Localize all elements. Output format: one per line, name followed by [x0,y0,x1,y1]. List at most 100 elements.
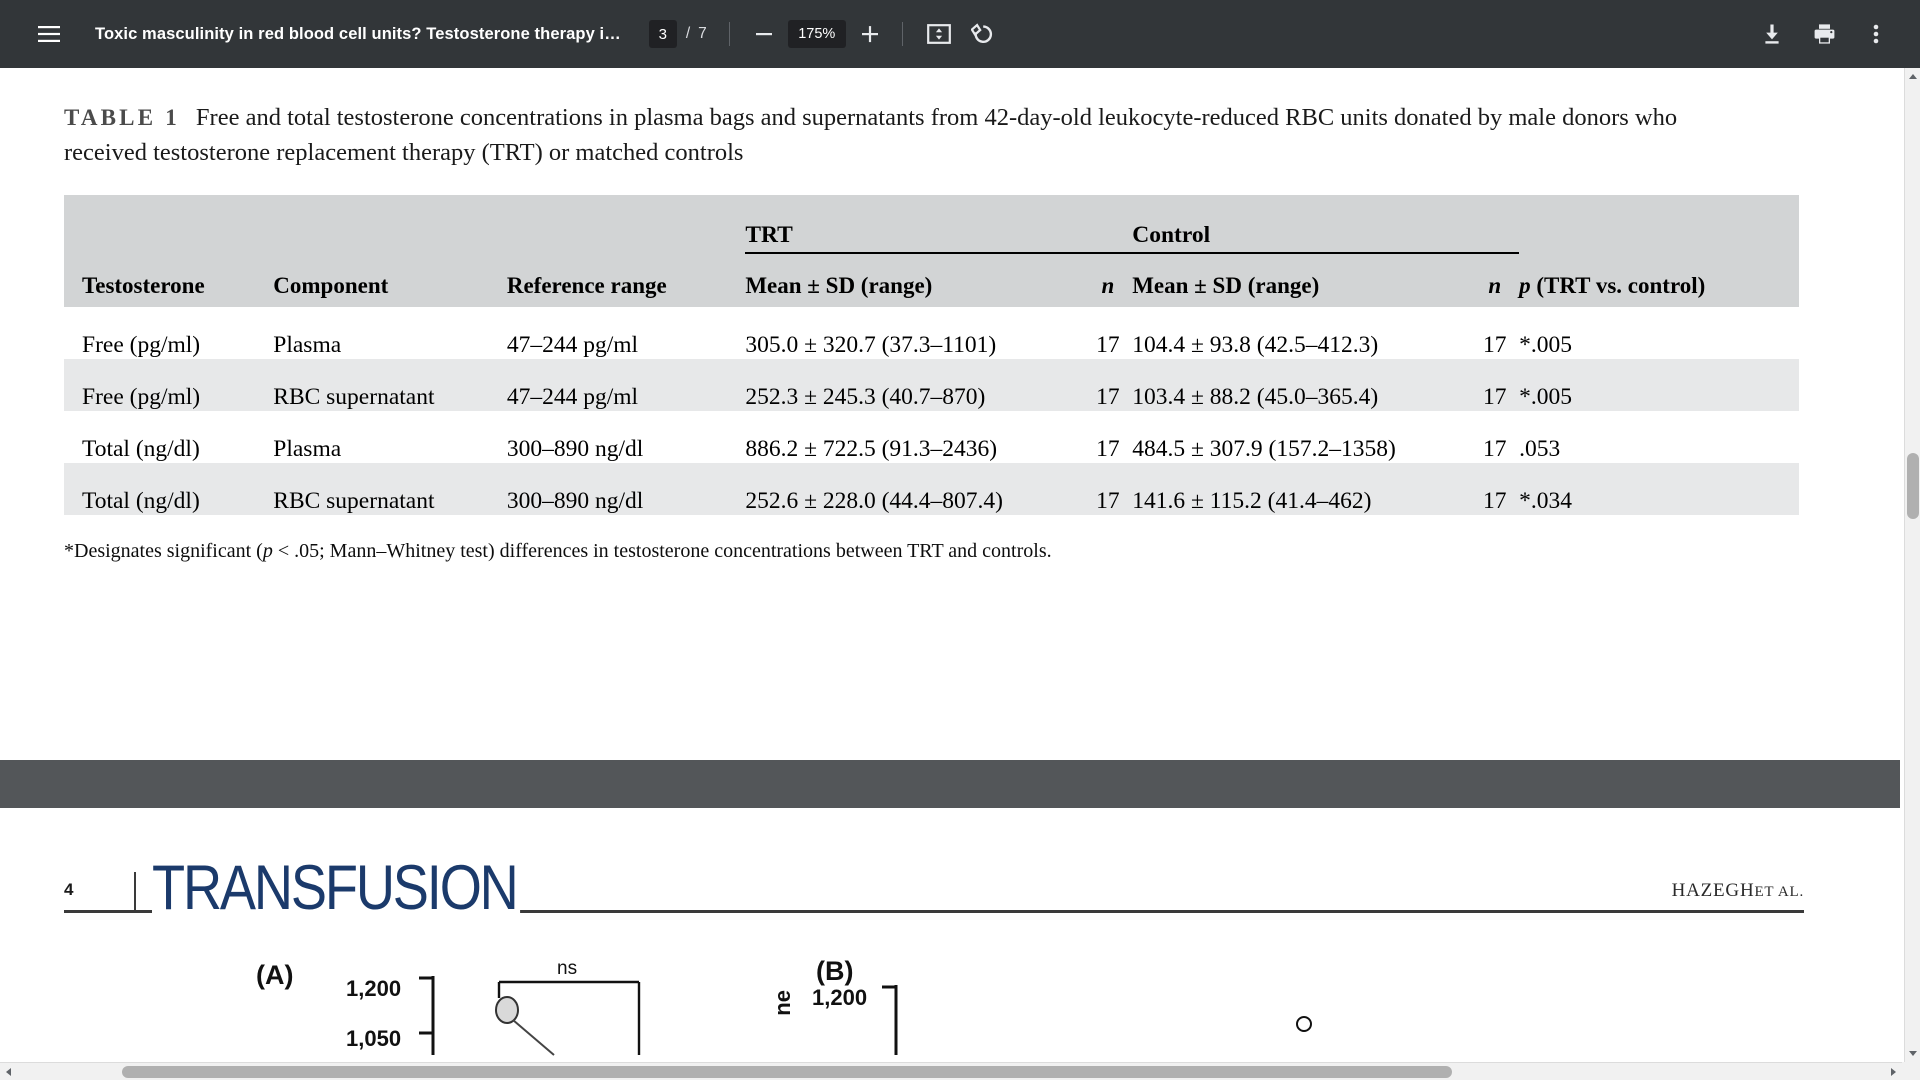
document-title: Toxic masculinity in red blood cell unit… [95,24,621,43]
zoom-out-button[interactable] [746,16,782,52]
pdf-page-4: 4 TRANSFUSION HAZEGHET AL. (A) 1,200 1,0… [0,808,1900,1080]
cell-reference-range: 47–244 pg/ml [506,383,639,410]
hamburger-menu-icon[interactable] [27,12,71,56]
cell-component: Plasma [273,435,342,462]
footnote-suffix: < .05; Mann–Whitney test) differences in… [272,539,1052,562]
hamburger-menu-glyph [38,26,60,42]
running-author-suffix: ET AL. [1754,884,1804,900]
column-header-testosterone: Testosterone [82,272,205,298]
horizontal-scrollbar[interactable] [0,1062,1920,1080]
cell-reference-range: 47–244 pg/ml [506,331,639,358]
scroll-up-button[interactable] [1905,68,1920,85]
journal-running-header: 4 TRANSFUSION HAZEGHET AL. [64,857,1804,930]
scrollbar-corner [1902,1062,1920,1080]
toolbar-divider-2 [901,22,903,46]
cell-reference-range: 300–890 ng/dl [506,487,644,514]
download-icon[interactable] [1750,12,1794,56]
panel-b-y-axis-label: ne [770,990,795,1016]
cell-control-mean: 484.5 ± 307.9 (157.2–1358) [1132,435,1396,462]
column-header-p-value: p (TRT vs. control) [1519,272,1706,298]
table-footnote: *Designates significant (p < .05; Mann–W… [64,537,1764,565]
vertical-scroll-thumb[interactable] [1907,453,1919,519]
cell-trt-mean: 886.2 ± 722.5 (91.3–2436) [745,435,998,462]
header-tick-mark [134,872,136,912]
vertical-scrollbar[interactable] [1904,68,1920,1080]
zoom-level-display[interactable]: 175% [787,20,846,48]
cell-trt-n: 17 [1096,487,1120,514]
pdf-page-container: TABLE 1 Free and total testosterone conce… [0,68,1900,1080]
cell-trt-mean: 252.3 ± 245.3 (40.7–870) [745,383,986,410]
cell-component: Plasma [273,331,342,358]
column-header-trt-mean: Mean ± SD (range) [745,272,933,298]
scroll-down-button[interactable] [1905,1045,1920,1062]
cell-trt-mean: 252.6 ± 228.0 (44.4–807.4) [745,487,1004,514]
zoom-in-button[interactable] [852,16,888,52]
cell-testosterone: Free (pg/ml) [82,383,201,410]
group-header-control: Control [1132,194,1520,254]
more-vertical-icon[interactable] [1854,12,1898,56]
cell-control-n: 17 [1483,383,1507,410]
cell-p-value: *.005 [1519,383,1572,410]
cell-testosterone: Total (ng/dl) [82,435,200,462]
minus-icon [755,33,772,36]
cell-testosterone: Free (pg/ml) [82,331,201,358]
cell-component: RBC supernatant [273,383,435,410]
download-glyph [1765,24,1779,44]
table-label: TABLE 1 [64,105,180,130]
page-total-count: 7 [698,25,707,42]
page-separator: / [685,25,691,42]
cell-control-n: 17 [1483,331,1507,358]
fit-to-page-icon[interactable] [917,12,961,56]
journal-title: TRANSFUSION [152,857,521,920]
figure-partial-graphics [419,976,1312,1056]
cell-p-value: *.005 [1519,331,1572,358]
fit-to-page-glyph [926,24,951,44]
cell-control-mean: 104.4 ± 93.8 (42.5–412.3) [1132,331,1379,358]
cell-testosterone: Total (ng/dl) [82,487,200,514]
scroll-left-button[interactable] [0,1063,17,1080]
triangle-up-icon [1909,74,1917,79]
plus-icon [861,26,878,43]
table-row: Free (pg/ml) RBC supernatant 47–244 pg/m… [64,358,1799,411]
footnote-italic-p: p [262,539,273,562]
group-spacer-2 [273,195,507,253]
horizontal-scroll-thumb[interactable] [122,1066,1452,1078]
column-header-control-n: n [1488,272,1502,298]
toolbar-right-actions [1742,12,1898,56]
column-header-component: Component [273,272,389,298]
print-icon[interactable] [1802,12,1846,56]
cell-reference-range: 300–890 ng/dl [506,435,644,462]
cell-trt-n: 17 [1096,435,1120,462]
cell-trt-n: 17 [1096,383,1120,410]
running-authors: HAZEGHET AL. [1663,880,1804,902]
scroll-right-button[interactable] [1885,1063,1902,1080]
print-glyph [1814,24,1834,44]
column-header-trt-n: n [1101,272,1115,298]
panel-b-letter: (B) [816,956,854,986]
table-column-header-row: Testosterone Component Reference range M… [64,252,1799,307]
cell-control-mean: 103.4 ± 88.2 (45.0–365.4) [1132,383,1379,410]
cell-trt-mean: 305.0 ± 320.7 (37.3–1101) [745,331,997,358]
page-separator-gap [0,760,1900,808]
toolbar-divider-1 [728,22,730,46]
more-vertical-glyph [1873,24,1879,44]
rotate-glyph [970,23,992,43]
table-row: Free (pg/ml) Plasma 47–244 pg/ml 305.0 ±… [64,307,1799,359]
triangle-left-icon [6,1067,11,1076]
pdf-viewer-toolbar: Toxic masculinity in red blood cell unit… [0,0,1920,68]
zoom-controls: 175% [746,16,888,52]
group-header-trt: TRT [745,194,1133,254]
triangle-down-icon [1909,1051,1917,1056]
table-row: Total (ng/dl) Plasma 300–890 ng/dl 886.2… [64,411,1799,463]
cell-control-n: 17 [1483,435,1507,462]
cell-control-n: 17 [1483,487,1507,514]
footnote-prefix: *Designates significant ( [64,539,263,562]
table-caption-text: Free and total testosterone concentratio… [64,104,1678,167]
pdf-viewer-content[interactable]: TABLE 1 Free and total testosterone conce… [0,68,1920,1080]
rotate-counterclockwise-icon[interactable] [961,12,1005,56]
table-row: Total (ng/dl) RBC supernatant 300–890 ng… [64,462,1799,515]
group-spacer-4 [1519,195,1799,253]
page-number-input[interactable]: 3 [648,20,677,48]
table-caption: TABLE 1 Free and total testosterone conce… [64,100,1764,171]
cell-trt-n: 17 [1096,331,1120,358]
